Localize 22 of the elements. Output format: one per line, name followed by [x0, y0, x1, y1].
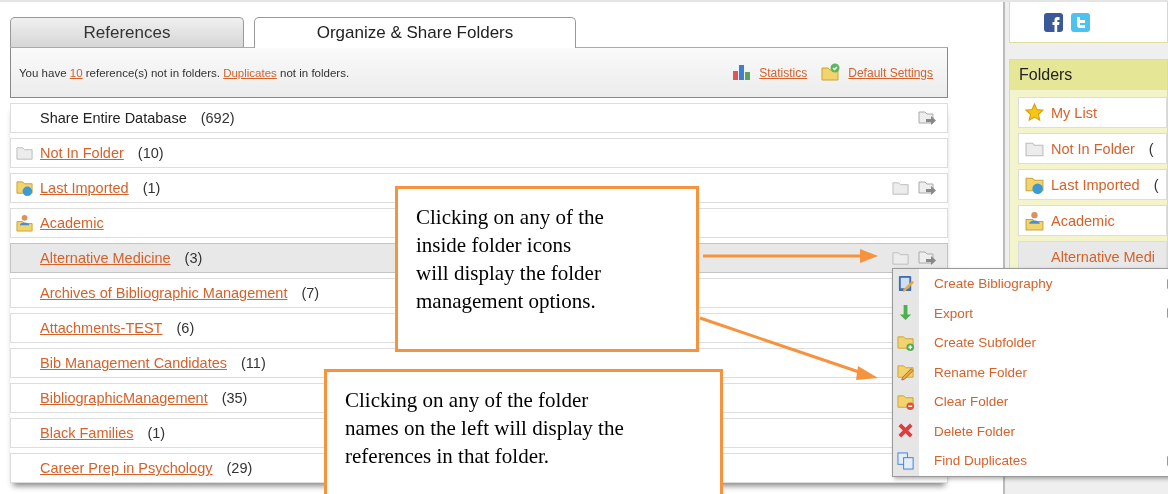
- folder-count: (692): [200, 110, 235, 126]
- folder-count: (11): [241, 355, 266, 371]
- folder-name: Share Entire Database: [40, 110, 187, 126]
- folder-count: (3): [184, 250, 203, 266]
- sidebar-folder-name: Last Imported: [1051, 176, 1140, 193]
- callout-note: Clicking on any of the folder names on the left will display the references in that folder.: [324, 369, 723, 494]
- panel-title: Folders: [1010, 60, 1167, 90]
- folder-count: (7): [301, 285, 320, 301]
- folder-count: (29): [226, 460, 253, 476]
- info-text: You have 10 reference(s) not in folders. Duplicates not in folders.: [19, 66, 350, 79]
- callout-note: Clicking on any of the inside folder icons will display the folder management options.: [395, 186, 699, 352]
- sidebar-folder-name: Academic: [1051, 212, 1115, 229]
- sidebar-folder-count: (: [1148, 140, 1154, 157]
- folder-count: (10): [137, 145, 164, 161]
- sidebar-folder-name: My List: [1051, 104, 1097, 121]
- sidebar-folder-name: Alternative Medi: [1051, 248, 1155, 265]
- sidebar-folder-name: Not In Folder: [1051, 140, 1135, 157]
- folder-count: (6): [176, 320, 195, 336]
- folder-count: (1): [147, 425, 166, 441]
- folder-count: (35): [221, 390, 248, 406]
- folder-count: (1): [142, 180, 161, 196]
- sidebar-folder-count: (: [1153, 176, 1159, 193]
